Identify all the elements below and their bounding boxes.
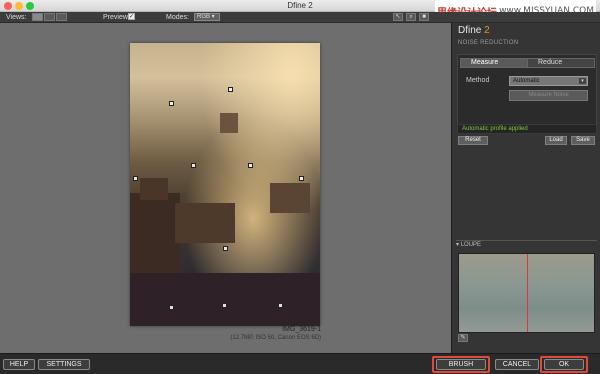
modes-label: Modes: bbox=[166, 14, 189, 21]
preview-label: Preview: bbox=[103, 14, 130, 21]
measure-noise-button[interactable]: Measure Noise bbox=[509, 90, 588, 101]
image-filename: IMG_3619-1 bbox=[282, 326, 321, 333]
control-point-icon[interactable] bbox=[278, 303, 283, 308]
brush-button[interactable]: BRUSH bbox=[436, 359, 486, 370]
loupe-split-line[interactable] bbox=[527, 254, 528, 332]
settings-button[interactable]: SETTINGS bbox=[38, 359, 90, 370]
control-point-icon[interactable] bbox=[133, 176, 138, 181]
building-shape bbox=[130, 273, 320, 326]
loupe-label: LOUPE bbox=[460, 242, 482, 248]
reset-button[interactable]: Reset bbox=[458, 136, 488, 145]
toolbar: Views: Preview: ✓ Modes: RGB ▾ ↖ ⌕ ■ bbox=[0, 12, 600, 23]
zoom-tool-icon[interactable]: ⌕ bbox=[406, 13, 416, 21]
preview-checkbox[interactable]: ✓ bbox=[128, 13, 135, 20]
loupe-pin-icon[interactable]: ✎ bbox=[458, 334, 468, 342]
ok-button[interactable]: OK bbox=[544, 359, 584, 370]
noise-reduction-heading: NOISE REDUCTION bbox=[458, 40, 519, 46]
side-by-side-view-icon[interactable] bbox=[56, 13, 67, 21]
tab-reduce[interactable]: Reduce bbox=[527, 58, 595, 68]
method-label: Method bbox=[466, 77, 490, 84]
control-point-icon[interactable] bbox=[169, 305, 174, 310]
control-point-icon[interactable] bbox=[299, 176, 304, 181]
app-logo: Dfine 2 bbox=[458, 25, 490, 36]
control-point-icon[interactable] bbox=[191, 163, 196, 168]
modes-select-value: RGB bbox=[197, 14, 211, 20]
building-shape bbox=[220, 113, 238, 133]
chevron-down-icon: ▾ bbox=[579, 78, 586, 84]
tab-measure[interactable]: Measure bbox=[460, 58, 528, 68]
help-button[interactable]: HELP bbox=[3, 359, 35, 370]
status-message: Automatic profile applied bbox=[457, 124, 597, 134]
control-point-icon[interactable] bbox=[169, 101, 174, 106]
split-view-icon[interactable] bbox=[44, 13, 55, 21]
control-point-icon[interactable] bbox=[228, 87, 233, 92]
image-metadata: (12.7MP, ISO 50, Canon EOS 6D) bbox=[230, 335, 321, 341]
building-shape bbox=[175, 203, 235, 243]
building-shape bbox=[140, 178, 168, 200]
loupe-heading[interactable]: ▾ LOUPE bbox=[456, 241, 481, 248]
logo-name: Dfine bbox=[458, 25, 482, 36]
control-point-icon[interactable] bbox=[223, 246, 228, 251]
cancel-button[interactable]: CANCEL bbox=[495, 359, 539, 370]
load-button[interactable]: Load bbox=[545, 136, 567, 145]
control-point-icon[interactable] bbox=[222, 303, 227, 308]
logo-version: 2 bbox=[484, 25, 490, 36]
background-color-icon[interactable]: ■ bbox=[419, 13, 429, 21]
method-value: Automatic bbox=[513, 78, 540, 84]
modes-select[interactable]: RGB ▾ bbox=[194, 13, 220, 21]
hand-tool-icon[interactable]: ↖ bbox=[393, 13, 403, 21]
building-shape bbox=[270, 183, 310, 213]
footer-bar: HELP SETTINGS BRUSH CANCEL OK bbox=[0, 353, 600, 374]
right-panel: Dfine 2 NOISE REDUCTION Measure Reduce M… bbox=[451, 23, 600, 353]
loupe-view[interactable] bbox=[458, 253, 595, 333]
method-select[interactable]: Automatic ▾ bbox=[509, 76, 588, 86]
preview-image[interactable] bbox=[130, 43, 320, 326]
single-view-icon[interactable] bbox=[32, 13, 43, 21]
save-button[interactable]: Save bbox=[571, 136, 595, 145]
views-label: Views: bbox=[6, 14, 27, 21]
control-point-icon[interactable] bbox=[248, 163, 253, 168]
preview-canvas[interactable]: IMG_3619-1 (12.7MP, ISO 50, Canon EOS 6D… bbox=[0, 23, 451, 353]
